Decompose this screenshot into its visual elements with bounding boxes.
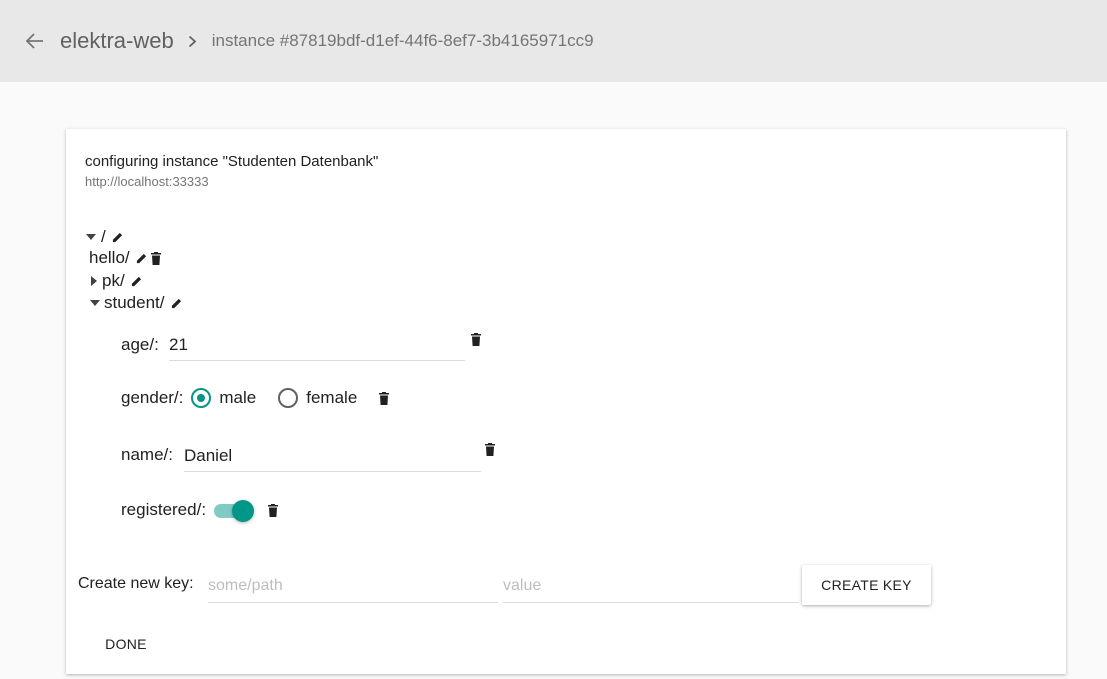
config-card: configuring instance "Studenten Datenban… <box>66 129 1066 674</box>
caret-right-icon[interactable] <box>89 276 99 286</box>
tree-node-student: student/ <box>89 293 182 313</box>
age-input-wrapper <box>169 332 465 361</box>
pencil-icon[interactable] <box>112 232 123 243</box>
tree-node-pk: pk/ <box>89 271 142 291</box>
gender-label: gender/: <box>121 388 184 407</box>
name-input-wrapper <box>184 442 481 472</box>
breadcrumb-app[interactable]: elektra-web <box>60 28 174 54</box>
tree-node-label: hello/ <box>89 248 130 267</box>
field-name: name/: <box>121 445 173 465</box>
radio-female[interactable]: female <box>278 388 357 408</box>
trash-icon[interactable] <box>471 333 481 346</box>
new-key-path-wrapper <box>208 572 498 603</box>
tree-node-label: / <box>101 227 106 246</box>
name-label: name/: <box>121 445 173 464</box>
age-input[interactable] <box>169 332 465 358</box>
create-key-button[interactable]: CREATE KEY <box>802 565 931 605</box>
age-label: age/: <box>121 335 159 354</box>
new-key-path-input[interactable] <box>208 572 498 600</box>
registered-label: registered/: <box>121 500 207 519</box>
breadcrumb-instance: instance #87819bdf-d1ef-44f6-8ef7-3b4165… <box>211 31 594 50</box>
instance-url: http://localhost:33333 <box>85 174 209 189</box>
caret-down-icon[interactable] <box>89 300 101 306</box>
radio-selected-icon <box>191 388 212 408</box>
toggle-thumb <box>232 500 255 522</box>
create-key-label: Create new key: <box>78 575 194 592</box>
registered-toggle[interactable] <box>214 499 255 522</box>
new-key-value-wrapper <box>503 572 799 603</box>
field-gender: gender/: male female <box>121 388 390 408</box>
radio-label: male <box>219 388 257 407</box>
trash-icon[interactable] <box>379 391 390 405</box>
pencil-icon[interactable] <box>131 276 142 287</box>
tree-node-label: pk/ <box>102 271 125 290</box>
new-key-value-input[interactable] <box>503 572 799 600</box>
trash-icon[interactable] <box>268 503 279 517</box>
radio-label: female <box>306 388 358 407</box>
trash-icon[interactable] <box>150 251 161 265</box>
tree-node-hello: hello/ <box>89 248 161 268</box>
trash-icon[interactable] <box>485 443 495 456</box>
radio-unselected-icon <box>278 388 299 408</box>
chevron-right-icon <box>188 34 200 48</box>
tree-node-label: student/ <box>104 293 165 312</box>
top-bar: elektra-web instance #87819bdf-d1ef-44f6… <box>0 0 1107 82</box>
card-title: configuring instance "Studenten Datenban… <box>85 153 379 170</box>
radio-male[interactable]: male <box>191 388 256 408</box>
field-age: age/: <box>121 335 159 355</box>
field-registered: registered/: <box>121 499 279 522</box>
arrow-back-icon[interactable] <box>26 31 46 51</box>
done-button[interactable]: DONE <box>92 627 160 661</box>
tree-node-root: / <box>85 227 123 247</box>
name-input[interactable] <box>184 442 481 469</box>
pencil-icon[interactable] <box>171 298 182 309</box>
caret-down-icon[interactable] <box>85 234 97 240</box>
pencil-icon[interactable] <box>136 253 147 264</box>
